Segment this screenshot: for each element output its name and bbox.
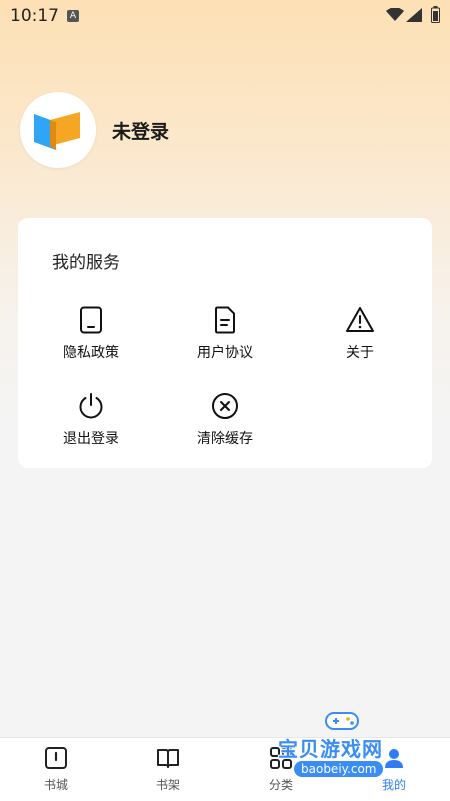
privacy-policy-label: 隐私政策 bbox=[63, 345, 119, 361]
bookstore-icon bbox=[45, 747, 67, 769]
power-icon bbox=[79, 393, 103, 419]
tab-mine-label: 我的 bbox=[381, 778, 406, 792]
battery-icon bbox=[431, 6, 440, 23]
tab-bookshelf[interactable]: 书架 bbox=[138, 746, 198, 793]
tab-bookshelf-label: 书架 bbox=[155, 778, 180, 792]
logout-button[interactable]: 退出登录 bbox=[31, 392, 151, 448]
category-icon bbox=[270, 747, 292, 769]
document-icon bbox=[215, 306, 235, 334]
services-card: 我的服务 隐私政策 用户协议 关于 退出登录 清除缓存 bbox=[18, 218, 432, 468]
tab-bookstore[interactable]: 书城 bbox=[26, 746, 86, 793]
bookshelf-icon bbox=[157, 749, 179, 768]
signal-icon bbox=[406, 8, 422, 22]
privacy-policy-button[interactable]: 隐私政策 bbox=[31, 306, 151, 362]
profile-header[interactable]: 未登录 bbox=[20, 92, 169, 168]
clear-cache-button[interactable]: 清除缓存 bbox=[165, 392, 285, 448]
user-agreement-button[interactable]: 用户协议 bbox=[165, 306, 285, 362]
book-logo-icon bbox=[34, 112, 80, 150]
services-title: 我的服务 bbox=[52, 253, 120, 273]
wifi-icon bbox=[386, 8, 404, 21]
tab-category[interactable]: 分类 bbox=[251, 746, 311, 793]
close-circle-icon bbox=[212, 393, 238, 419]
status-time: 10:17 bbox=[10, 6, 59, 26]
about-button[interactable]: 关于 bbox=[300, 306, 420, 362]
user-agreement-label: 用户协议 bbox=[197, 345, 253, 361]
tab-category-label: 分类 bbox=[268, 778, 293, 792]
tablet-icon bbox=[80, 306, 102, 334]
gamepad-icon bbox=[325, 712, 359, 730]
tab-bookstore-label: 书城 bbox=[43, 778, 68, 792]
avatar[interactable] bbox=[20, 92, 96, 168]
warning-icon bbox=[346, 307, 374, 332]
status-bar: 10:17 A bbox=[0, 0, 450, 32]
bottom-tab-bar: 书城 书架 分类 我的 bbox=[0, 737, 450, 801]
about-label: 关于 bbox=[346, 345, 374, 361]
notification-icon: A bbox=[67, 10, 79, 22]
logout-label: 退出登录 bbox=[63, 431, 119, 447]
clear-cache-label: 清除缓存 bbox=[197, 431, 253, 447]
profile-icon bbox=[385, 749, 403, 768]
login-status[interactable]: 未登录 bbox=[112, 117, 169, 144]
tab-mine[interactable]: 我的 bbox=[364, 746, 424, 793]
